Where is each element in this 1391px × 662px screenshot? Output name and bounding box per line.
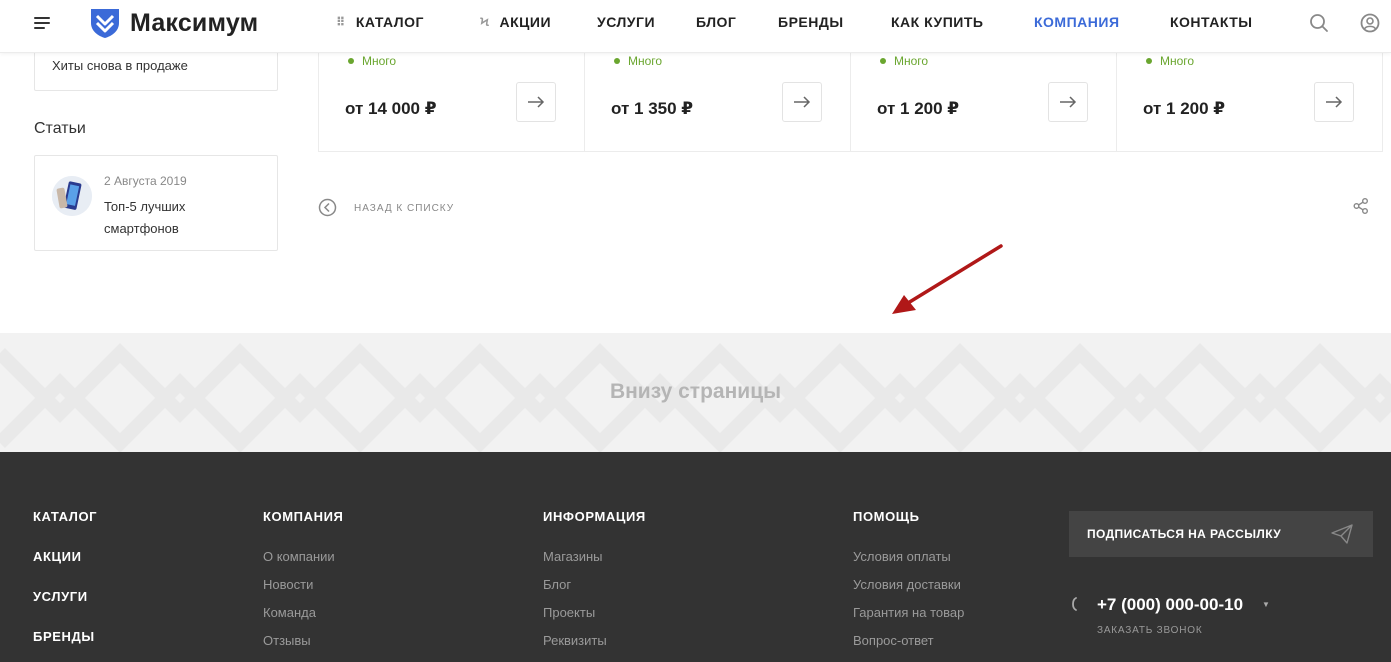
hits-text: Хиты снова в продаже [52, 58, 188, 73]
product-price: от 1 350 ₽ [611, 99, 694, 118]
search-icon[interactable] [1308, 12, 1330, 34]
product-card[interactable]: Много от 1 200 ₽ [1117, 40, 1383, 151]
menu-icon[interactable] [34, 15, 52, 31]
footer-link[interactable]: Реквизиты [543, 633, 607, 648]
footer-link-promotions[interactable]: АКЦИИ [33, 549, 82, 564]
footer-link[interactable]: Вопрос-ответ [853, 633, 934, 648]
footer-link[interactable]: Гарантия на товар [853, 605, 964, 620]
send-icon [1331, 524, 1353, 544]
subscribe-button[interactable]: ПОДПИСАТЬСЯ НА РАССЫЛКУ [1069, 511, 1373, 557]
footer-heading-company: КОМПАНИЯ [263, 509, 344, 524]
open-product-button[interactable] [1048, 82, 1088, 122]
arrow-right-icon [1326, 96, 1343, 108]
product-price: от 1 200 ₽ [877, 99, 960, 118]
nav-catalog[interactable]: ⠿ КАТАЛОГ [336, 14, 424, 30]
footer-link-brands[interactable]: БРЕНДЫ [33, 629, 95, 644]
nav-brands[interactable]: БРЕНДЫ [778, 14, 844, 30]
nav-label: АКЦИИ [499, 14, 552, 30]
arrow-right-icon [1060, 96, 1077, 108]
stock-status: Много [1146, 54, 1194, 68]
arrow-right-icon [794, 96, 811, 108]
nav-services[interactable]: УСЛУГИ [597, 14, 655, 30]
footer-link[interactable]: Условия оплаты [853, 549, 951, 564]
open-product-button[interactable] [516, 82, 556, 122]
article-thumbnail [52, 176, 92, 216]
stock-status: Много [614, 54, 662, 68]
share-icon[interactable] [1352, 197, 1370, 215]
site-logo[interactable]: Максимум [88, 6, 258, 40]
bottom-banner: Внизу страницы [0, 333, 1391, 452]
product-price: от 1 200 ₽ [1143, 99, 1226, 118]
article-date: 2 Августа 2019 [104, 174, 187, 188]
footer-heading-help: ПОМОЩЬ [853, 509, 920, 524]
product-price: от 14 000 ₽ [345, 99, 437, 118]
product-cards: Много от 14 000 ₽ Много от 1 350 ₽ Много… [318, 40, 1383, 152]
nav-blog[interactable]: БЛОГ [696, 14, 736, 30]
open-product-button[interactable] [1314, 82, 1354, 122]
smartphone-image-icon [52, 176, 92, 216]
back-to-list-link[interactable]: НАЗАД К СПИСКУ [354, 203, 454, 214]
footer-link[interactable]: Проекты [543, 605, 595, 620]
footer-link[interactable]: О компании [263, 549, 335, 564]
article-title[interactable]: Топ-5 лучших смартфонов [104, 196, 224, 240]
chevron-down-icon[interactable]: ▼ [1262, 600, 1270, 609]
product-card[interactable]: Много от 1 350 ₽ [585, 40, 851, 151]
footer-link[interactable]: Команда [263, 605, 316, 620]
footer-link[interactable]: Магазины [543, 549, 603, 564]
stock-status: Много [348, 54, 396, 68]
banner-text: Внизу страницы [609, 380, 782, 403]
footer-link[interactable]: Отзывы [263, 633, 311, 648]
logo-text: Максимум [130, 8, 259, 37]
footer-link-catalog[interactable]: КАТАЛОГ [33, 509, 97, 524]
open-product-button[interactable] [782, 82, 822, 122]
product-card[interactable]: Много от 14 000 ₽ [319, 40, 585, 151]
footer-heading-info: ИНФОРМАЦИЯ [543, 509, 646, 524]
article-card[interactable]: 2 Августа 2019 Топ-5 лучших смартфонов [34, 155, 278, 251]
phone-icon [1072, 597, 1077, 611]
subscribe-label: ПОДПИСАТЬСЯ НА РАССЫЛКУ [1087, 527, 1282, 541]
footer-link-services[interactable]: УСЛУГИ [33, 589, 88, 604]
nav-how-to-buy[interactable]: КАК КУПИТЬ [891, 14, 983, 30]
lightning-icon: ϟ [480, 15, 490, 29]
nav-label: КАТАЛОГ [355, 14, 424, 30]
annotation-arrow-icon [892, 244, 1003, 314]
nav-company[interactable]: КОМПАНИЯ [1034, 14, 1120, 30]
footer-link[interactable]: Условия доставки [853, 577, 961, 592]
grid-icon: ⠿ [336, 15, 346, 29]
user-icon[interactable] [1359, 12, 1381, 34]
nav-promotions[interactable]: ϟ АКЦИИ [480, 14, 551, 30]
site-footer: КАТАЛОГ АКЦИИ УСЛУГИ БРЕНДЫ КОМПАНИЯ О к… [0, 452, 1391, 662]
articles-heading: Статьи [34, 120, 86, 137]
stock-status: Много [880, 54, 928, 68]
phone-number[interactable]: +7 (000) 000-00-10 [1097, 595, 1243, 615]
footer-link[interactable]: Новости [263, 577, 313, 592]
nav-contacts[interactable]: КОНТАКТЫ [1170, 14, 1252, 30]
logo-shield-icon [91, 9, 119, 38]
callback-link[interactable]: ЗАКАЗАТЬ ЗВОНОК [1097, 625, 1202, 636]
site-header: Максимум ⠿ КАТАЛОГ ϟ АКЦИИ УСЛУГИ БЛОГ БРЕ… [0, 0, 1391, 53]
product-card[interactable]: Много от 1 200 ₽ [851, 40, 1117, 151]
footer-link[interactable]: Блог [543, 577, 571, 592]
back-circle-icon[interactable] [318, 198, 337, 217]
arrow-right-icon [528, 96, 545, 108]
